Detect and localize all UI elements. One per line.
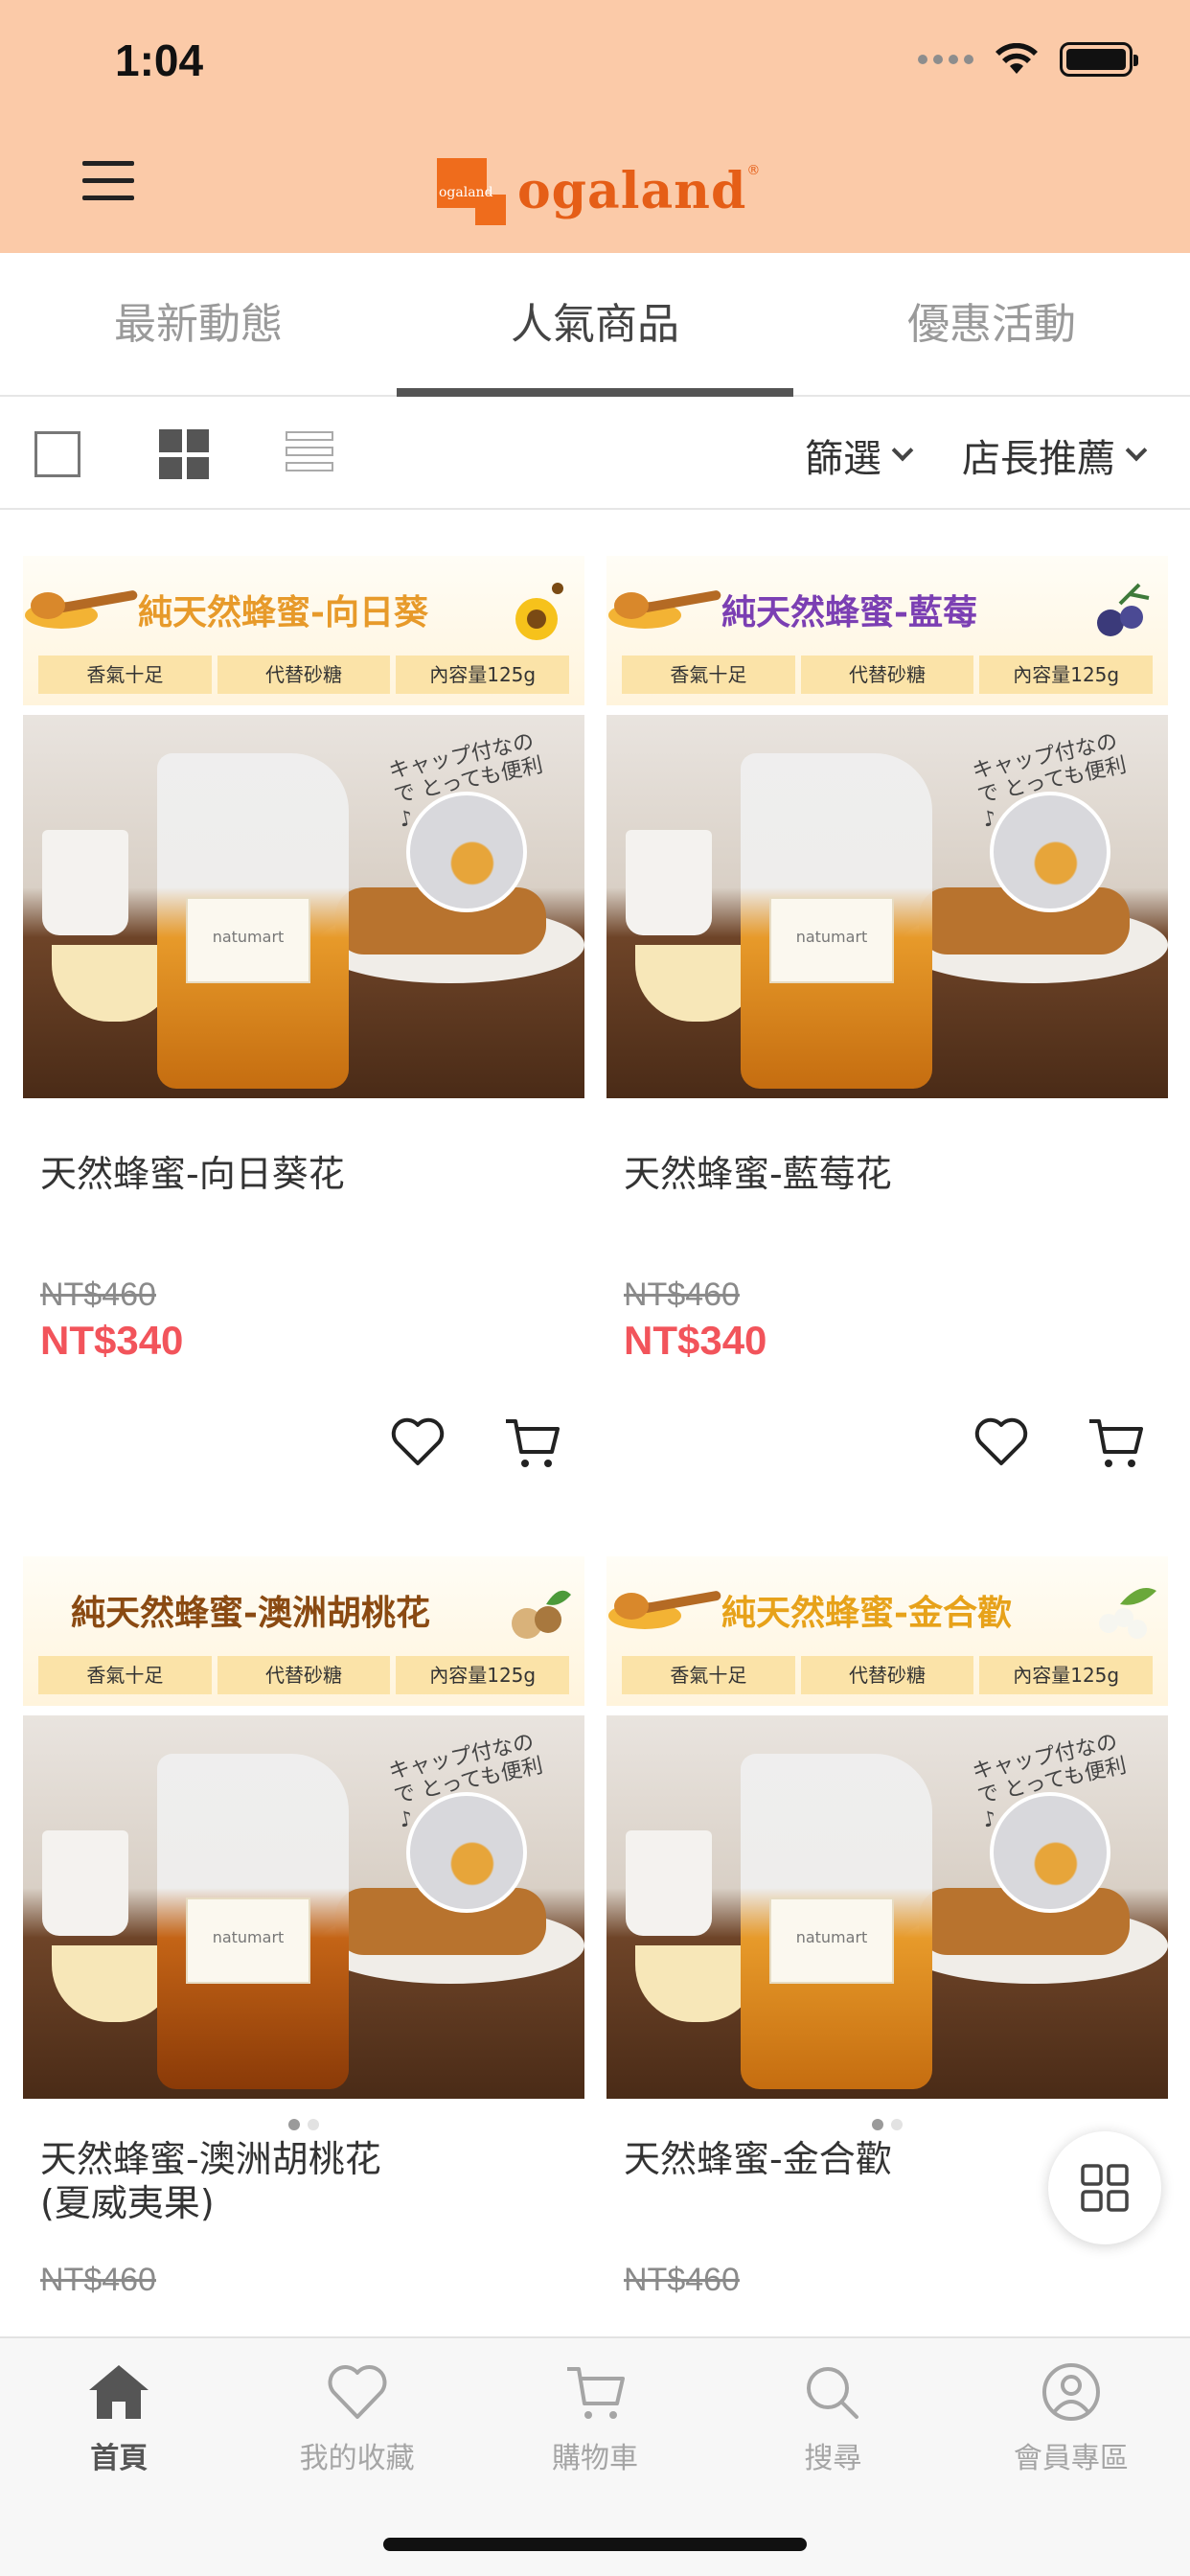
user-icon — [1041, 2363, 1100, 2421]
nav-home[interactable]: 首頁 — [0, 2338, 238, 2576]
feature-chip: 香氣十足 — [622, 656, 795, 694]
filter-dropdown[interactable]: 篩選 — [805, 427, 914, 483]
battery-icon — [1060, 42, 1138, 77]
feature-chips: 香氣十足 代替砂糖 內容量125g — [38, 1656, 570, 1694]
product-image[interactable]: natumart キャップ付なので とっても便利♪ — [606, 1715, 1168, 2099]
spoon-closeup — [990, 792, 1110, 912]
image-pager — [606, 2116, 1168, 2134]
product-image[interactable]: natumart キャップ付なので とっても便利♪ — [23, 715, 584, 1098]
acacia-flower-icon — [1099, 1588, 1156, 1639]
product-card[interactable]: 純天然蜂蜜-藍莓 香氣十足 代替砂糖 內容量125g natumart キャップ… — [606, 556, 1168, 1467]
nav-label: 我的收藏 — [299, 2442, 415, 2475]
image-pager — [23, 2116, 584, 2134]
product-actions — [389, 1414, 561, 1471]
feature-chip: 代替砂糖 — [217, 1656, 391, 1694]
registered-mark: ® — [746, 163, 761, 178]
sort-dropdown[interactable]: 店長推薦 — [962, 427, 1148, 483]
feature-chip: 香氣十足 — [38, 656, 212, 694]
product-banner: 純天然蜂蜜-澳洲胡桃花 香氣十足 代替砂糖 內容量125g — [23, 1556, 584, 1706]
original-price: NT$460 — [624, 2262, 740, 2298]
spoon-closeup — [406, 1792, 527, 1913]
spoon-closeup — [406, 792, 527, 912]
product-banner: 純天然蜂蜜-金合歡 香氣十足 代替砂糖 內容量125g — [606, 1556, 1168, 1706]
product-name[interactable]: 天然蜂蜜-向日葵花 — [40, 1152, 584, 1276]
filter-label: 篩選 — [805, 437, 881, 481]
original-price: NT$460 — [40, 1276, 156, 1313]
product-actions — [973, 1414, 1145, 1471]
feature-chip: 代替砂糖 — [800, 656, 974, 694]
wifi-icon — [995, 43, 1038, 74]
product-name[interactable]: 天然蜂蜜-藍莓花 — [624, 1152, 1168, 1276]
tab-bar: 最新動態 人氣商品 優惠活動 — [0, 253, 1190, 397]
brand-name: ogaland — [517, 161, 747, 220]
macadamia-icon — [512, 1590, 571, 1639]
logo-mark: ogaland — [437, 152, 512, 229]
chevron-down-icon — [891, 439, 914, 462]
original-price: NT$460 — [624, 1276, 740, 1313]
sunflower-icon — [515, 583, 563, 640]
status-icons — [918, 42, 1138, 77]
single-view-icon[interactable] — [34, 431, 80, 477]
banner-title: 純天然蜂蜜-藍莓 — [721, 592, 977, 632]
feature-chip: 香氣十足 — [622, 1656, 795, 1694]
feature-chip: 內容量125g — [396, 656, 570, 694]
honey-dipper-icon — [25, 590, 138, 629]
list-view-icon[interactable] — [286, 431, 333, 477]
app-header: 1:04 ogaland ogaland ® — [0, 0, 1190, 253]
product-card[interactable]: 純天然蜂蜜-澳洲胡桃花 香氣十足 代替砂糖 內容量125g natumart キ… — [23, 1556, 584, 2299]
tab-latest-news[interactable]: 最新動態 — [0, 253, 397, 395]
grid-menu-icon — [1081, 2164, 1129, 2212]
product-banner: 純天然蜂蜜-藍莓 香氣十足 代替砂糖 內容量125g — [606, 556, 1168, 705]
signal-icon — [918, 55, 973, 64]
search-icon — [807, 2367, 859, 2419]
nav-label: 首頁 — [90, 2442, 149, 2475]
cart-icon[interactable] — [1086, 1414, 1145, 1471]
feature-chip: 內容量125g — [979, 1656, 1154, 1694]
sort-label: 店長推薦 — [962, 437, 1115, 481]
category-menu-button[interactable] — [1048, 2131, 1161, 2244]
honey-dipper-icon — [608, 1591, 721, 1629]
home-indicator — [383, 2538, 807, 2551]
chevron-down-icon — [1125, 439, 1148, 462]
spoon-closeup — [990, 1792, 1110, 1913]
feature-chip: 代替砂糖 — [800, 1656, 974, 1694]
product-card[interactable]: 純天然蜂蜜-向日葵 香氣十足 代替砂糖 內容量125g natumart キャッ… — [23, 556, 584, 1467]
brand-logo[interactable]: ogaland ogaland ® — [437, 150, 760, 232]
home-icon — [89, 2365, 149, 2419]
cart-icon[interactable] — [502, 1414, 561, 1471]
heart-icon — [328, 2365, 387, 2419]
product-name[interactable]: 天然蜂蜜-澳洲胡桃花 (夏威夷果) — [40, 2137, 584, 2262]
sale-price: NT$340 — [624, 1318, 767, 1363]
banner-title: 純天然蜂蜜-向日葵 — [138, 592, 428, 632]
grid-view-icon[interactable] — [159, 429, 209, 479]
sale-price: NT$340 — [40, 1318, 184, 1363]
feature-chip: 代替砂糖 — [217, 656, 391, 694]
feature-chip: 內容量125g — [396, 1656, 570, 1694]
nav-label: 購物車 — [552, 2442, 639, 2475]
heart-icon[interactable] — [973, 1414, 1030, 1471]
banner-title: 純天然蜂蜜-金合歡 — [721, 1593, 1012, 1633]
product-image[interactable]: natumart キャップ付なので とっても便利♪ — [23, 1715, 584, 2099]
tab-promotions[interactable]: 優惠活動 — [793, 253, 1190, 395]
tab-popular-products[interactable]: 人氣商品 — [397, 253, 793, 397]
menu-button[interactable] — [82, 161, 134, 205]
nav-member[interactable]: 會員專區 — [952, 2338, 1190, 2576]
heart-icon[interactable] — [389, 1414, 446, 1471]
feature-chip: 香氣十足 — [38, 1656, 212, 1694]
feature-chips: 香氣十足 代替砂糖 內容量125g — [38, 656, 570, 694]
product-banner: 純天然蜂蜜-向日葵 香氣十足 代替砂糖 內容量125g — [23, 556, 584, 705]
feature-chip: 內容量125g — [979, 656, 1154, 694]
status-time: 1:04 — [115, 35, 204, 85]
nav-label: 搜尋 — [804, 2442, 862, 2475]
banner-title: 純天然蜂蜜-澳洲胡桃花 — [71, 1593, 430, 1633]
feature-chips: 香氣十足 代替砂糖 內容量125g — [622, 1656, 1154, 1694]
list-toolbar: 篩選 店長推薦 — [0, 399, 1190, 510]
honey-dipper-icon — [608, 590, 721, 629]
feature-chips: 香氣十足 代替砂糖 內容量125g — [622, 656, 1154, 694]
cart-icon — [567, 2367, 626, 2419]
nav-label: 會員專區 — [1013, 2442, 1129, 2475]
original-price: NT$460 — [40, 2262, 156, 2298]
blueberry-flower-icon — [1097, 583, 1150, 636]
product-image[interactable]: natumart キャップ付なので とっても便利♪ — [606, 715, 1168, 1098]
